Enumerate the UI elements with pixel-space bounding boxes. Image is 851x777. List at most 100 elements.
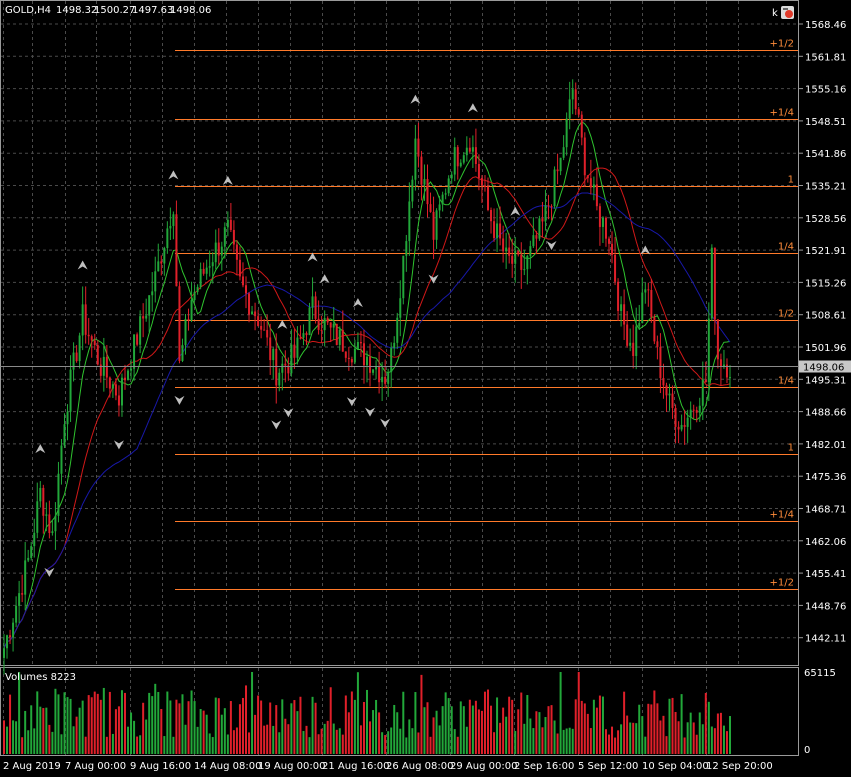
trade-icon[interactable]	[781, 6, 794, 19]
candle-body	[187, 318, 190, 321]
volume-bar	[124, 692, 126, 754]
volume-bar	[722, 725, 725, 754]
level-label: +1/2	[770, 39, 794, 50]
candle-body	[136, 334, 139, 345]
candle-body	[638, 323, 641, 327]
volume-bar	[24, 710, 27, 754]
candle-body	[241, 276, 244, 286]
candle-body	[266, 330, 269, 338]
price-tick-label: 1468.71	[805, 505, 846, 516]
volume-bar	[459, 701, 462, 754]
candle-body	[114, 384, 117, 396]
candle-body	[335, 323, 338, 345]
candle-body	[78, 335, 81, 362]
volume-bar	[529, 718, 532, 754]
volume-bar	[483, 691, 486, 754]
volume-bar	[27, 730, 30, 754]
volume-bar	[90, 697, 93, 754]
candle-body	[308, 307, 311, 336]
volume-bar	[302, 731, 305, 754]
volume-bar	[33, 728, 36, 754]
volume-bar	[84, 736, 87, 754]
candle-body	[6, 635, 9, 649]
volume-bar	[598, 695, 601, 754]
candle-body	[166, 228, 169, 248]
candle-body	[650, 289, 653, 318]
level-label: 1/4	[778, 376, 794, 387]
candle-body	[686, 417, 689, 427]
volume-bar	[163, 736, 166, 754]
candle-body	[417, 138, 420, 157]
volume-bar	[450, 706, 453, 754]
low-value: 1497.63	[132, 5, 173, 16]
volume-bar	[375, 699, 378, 754]
volume-bar	[284, 718, 287, 754]
candle-body	[456, 147, 459, 167]
candle-body	[499, 223, 502, 239]
volume-bar	[269, 702, 272, 754]
price-tick-label: 1455.41	[805, 569, 846, 580]
volume-bar	[490, 705, 493, 754]
price-chart[interactable]: +1/2 +1/4 1 1/4 1/2 1/4 1 +1/4 +1/2 1568.46 1561.…	[0, 0, 851, 777]
volume-bar	[689, 712, 692, 754]
candle-body	[356, 342, 359, 349]
candle-body	[529, 246, 532, 256]
candle-body	[629, 342, 632, 346]
candle-body	[396, 317, 399, 343]
candle-body	[148, 295, 151, 316]
volume-bar	[214, 697, 217, 754]
time-tick-label: 7 Aug 00:00	[65, 761, 126, 772]
time-axis: 2 Aug 2019 7 Aug 00:00 9 Aug 16:00 14 Aug 0…	[3, 761, 773, 772]
candle-body	[626, 324, 629, 346]
volume-bar	[257, 695, 260, 754]
candle-body	[617, 281, 620, 311]
volume-bar	[181, 694, 184, 754]
volume-bar	[523, 723, 526, 754]
candle-body	[387, 372, 390, 384]
candle-body	[592, 184, 595, 188]
candle-body	[692, 409, 695, 411]
price-tick-label: 1555.16	[805, 85, 846, 96]
candle-body	[399, 298, 402, 318]
candle-body	[483, 185, 486, 187]
candle-body	[63, 424, 66, 446]
k-button[interactable]: k	[772, 8, 778, 19]
candle-body	[87, 334, 90, 337]
volume-bar	[471, 705, 474, 754]
volume-bar	[299, 696, 302, 754]
volume-bar	[148, 692, 151, 754]
volume-bar	[362, 702, 365, 754]
candle-body	[18, 593, 21, 606]
main-panel-frame	[0, 0, 799, 666]
candle-body	[487, 186, 489, 210]
candle-body	[33, 532, 36, 547]
candle-body	[245, 285, 247, 294]
candle-body	[12, 622, 15, 638]
candle-body	[580, 114, 583, 138]
candle-body	[193, 291, 196, 301]
candle-body	[680, 424, 683, 430]
candle-body	[526, 255, 529, 270]
candle-body	[568, 99, 571, 119]
candle-body	[290, 344, 293, 374]
current-price-box: 1498.06	[799, 360, 851, 374]
candle-body	[190, 300, 193, 321]
candle-body	[332, 323, 335, 328]
volume-bar	[211, 737, 214, 754]
volume-bar	[414, 692, 417, 754]
candle-body	[117, 395, 120, 406]
candle-body	[562, 147, 565, 158]
candle-body	[698, 405, 701, 413]
candle-body	[474, 147, 477, 164]
volume-bar	[629, 722, 632, 754]
volume-bar	[719, 712, 722, 754]
candle-body	[254, 311, 257, 317]
price-tick-label: 1448.76	[805, 601, 846, 612]
volume-axis-max: 65115	[804, 668, 836, 679]
volume-bar	[305, 725, 308, 754]
volume-bar	[583, 703, 586, 754]
candle-body	[320, 329, 323, 331]
candle-body	[302, 333, 305, 338]
candle-body	[93, 340, 96, 346]
candle-body	[284, 363, 287, 366]
